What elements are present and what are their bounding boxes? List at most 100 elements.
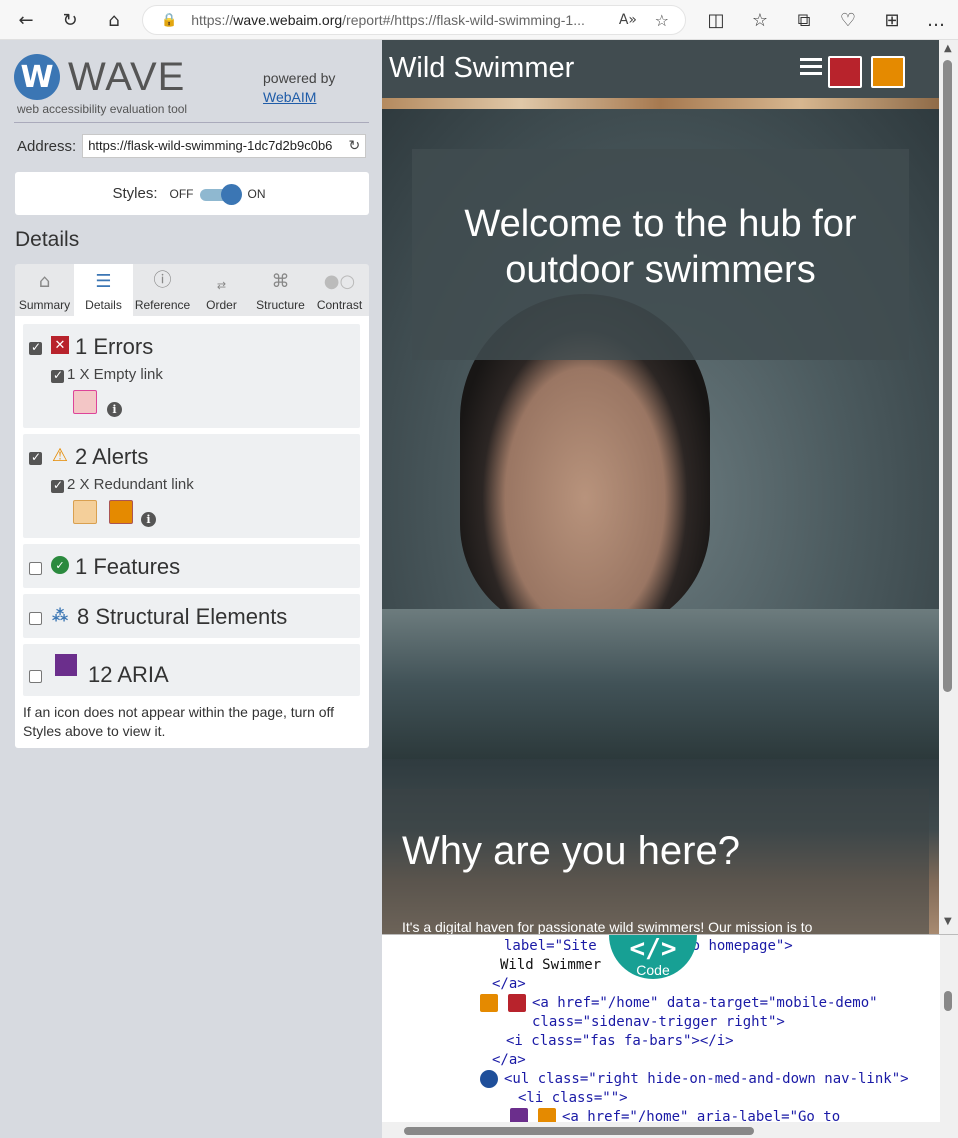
- features-group: ✓ 1 Features: [23, 544, 360, 588]
- wave-tabs: ⌂ Summary ☰ Details ⓘ Reference ⇄ Order …: [15, 264, 369, 316]
- webaim-link[interactable]: WebAIM: [263, 89, 316, 105]
- code-hscroll-thumb[interactable]: [404, 1127, 754, 1135]
- redundant-link-icon-1[interactable]: [73, 500, 97, 524]
- tab-order[interactable]: ⇄ Order: [192, 264, 251, 316]
- page-preview: Welcome to the hub for outdoor swimmers …: [382, 40, 939, 934]
- structural-checkbox[interactable]: [29, 612, 42, 625]
- refresh-icon[interactable]: ↻: [54, 4, 86, 36]
- scroll-down-icon[interactable]: ▼: [944, 916, 952, 927]
- heartbeat-icon[interactable]: ♡: [826, 4, 870, 36]
- alert-marker-icon[interactable]: [480, 994, 498, 1012]
- address-row: Address: https://flask-wild-swimming-1dc…: [17, 134, 367, 158]
- divider: [14, 122, 369, 123]
- styles-label: Styles:: [112, 185, 158, 202]
- site-header: Wild Swimmer: [382, 40, 939, 98]
- address-label: Address:: [17, 137, 77, 155]
- hamburger-menu-icon[interactable]: [800, 58, 822, 76]
- features-checkbox[interactable]: [29, 562, 42, 575]
- wave-logo-icon: W: [14, 54, 60, 100]
- details-panel: ✕ 1 Errors 1 X Empty link i ⚠ 2 Alerts 2…: [15, 316, 369, 748]
- more-menu-icon[interactable]: …: [914, 4, 958, 36]
- empty-link-icon[interactable]: [73, 390, 97, 414]
- aria-title: 12 ARIA: [88, 662, 169, 687]
- code-text: to homepage">: [683, 938, 793, 954]
- details-heading: Details: [15, 228, 80, 251]
- tab-label: Contrast: [316, 298, 363, 312]
- wave-alert-redundant-link-icon[interactable]: [871, 56, 905, 88]
- reload-icon[interactable]: ↻: [348, 135, 361, 157]
- code-line: Wild Swimmer: [500, 957, 602, 973]
- wave-tagline: web accessibility evaluation tool: [17, 102, 188, 116]
- alerts-checkbox[interactable]: [29, 450, 42, 465]
- wave-logo: W WAVE: [14, 54, 185, 100]
- error-marker-icon[interactable]: [508, 994, 526, 1012]
- code-toggle-button[interactable]: </> Code: [609, 935, 697, 979]
- browser-toolbar: ← ↻ ⌂ 🔒 https://wave.webaim.org/report#/…: [0, 0, 958, 40]
- error-icon: ✕: [51, 336, 69, 354]
- contrast-icon: ●○: [323, 271, 356, 292]
- redundant-link-icon-2[interactable]: [109, 500, 133, 524]
- code-panel: label="Site to homepage"> Wild Swimmer <…: [382, 934, 958, 1138]
- errors-checkbox[interactable]: [29, 340, 42, 355]
- tab-details[interactable]: ☰ Details: [74, 264, 133, 316]
- address-bar[interactable]: 🔒 https://wave.webaim.org/report#/https:…: [142, 5, 686, 35]
- favorite-star-icon[interactable]: ☆: [655, 11, 669, 30]
- empty-link-checkbox[interactable]: [51, 368, 64, 383]
- alerts-group: ⚠ 2 Alerts 2 X Redundant link i: [23, 434, 360, 538]
- back-icon[interactable]: ←: [10, 4, 42, 36]
- styles-on-label: ON: [247, 186, 266, 201]
- tab-label: Structure: [256, 298, 305, 312]
- code-vscroll-thumb[interactable]: [944, 991, 952, 1011]
- styles-toggle[interactable]: [199, 183, 242, 205]
- powered-by-text: powered by: [263, 70, 336, 86]
- aria-checkbox[interactable]: [29, 670, 42, 683]
- code-line: <a href="/home" data-target="mobile-demo…: [532, 995, 878, 1011]
- home-icon[interactable]: ⌂: [98, 4, 130, 36]
- hero-image: Welcome to the hub for outdoor swimmers: [382, 109, 939, 759]
- info-icon: ⓘ: [153, 270, 172, 291]
- code-horizontal-scrollbar[interactable]: [382, 1122, 940, 1138]
- collections-icon[interactable]: ⧉: [782, 4, 826, 36]
- browser-actions: ◫ ☆ ⧉ ♡ ⊞ …: [694, 4, 958, 36]
- tab-label: Order: [206, 298, 237, 312]
- info-icon[interactable]: i: [141, 512, 156, 527]
- favorites-icon[interactable]: ☆: [738, 4, 782, 36]
- styles-off-label: OFF: [169, 186, 194, 201]
- read-aloud-icon[interactable]: A»: [619, 12, 637, 28]
- tab-summary[interactable]: ⌂ Summary: [15, 264, 74, 316]
- split-screen-icon[interactable]: ◫: [694, 4, 738, 36]
- tab-reference[interactable]: ⓘ Reference: [133, 264, 192, 316]
- tab-structure[interactable]: ⌘ Structure: [251, 264, 310, 316]
- water-image: [382, 609, 939, 759]
- code-line: class="sidenav-trigger right">: [532, 1014, 785, 1030]
- structure-marker-icon[interactable]: [480, 1070, 498, 1088]
- page-scrollbar-thumb[interactable]: [943, 60, 952, 692]
- errors-group: ✕ 1 Errors 1 X Empty link i: [23, 324, 360, 428]
- aria-icon: [55, 654, 77, 676]
- code-line: <li class="">: [518, 1090, 628, 1106]
- code-line: <i class="fas fa-bars"></i>: [506, 1033, 734, 1049]
- code-vertical-scrollbar[interactable]: [940, 935, 958, 1138]
- tab-contrast[interactable]: ●○ Contrast: [310, 264, 369, 316]
- site-title[interactable]: Wild Swimmer: [389, 52, 574, 85]
- page-scrollbar[interactable]: ▲ ▼: [939, 40, 958, 934]
- code-icon: </>: [629, 934, 677, 964]
- info-icon[interactable]: i: [107, 402, 122, 417]
- extensions-icon[interactable]: ⊞: [870, 4, 914, 36]
- why-section: Why are you here? It's a digital haven f…: [382, 759, 939, 934]
- redundant-link-checkbox[interactable]: [51, 478, 64, 493]
- code-line: </a>: [492, 1052, 526, 1068]
- powered-by: powered by WebAIM: [263, 69, 335, 107]
- styles-note: If an icon does not appear within the pa…: [23, 704, 335, 739]
- redundant-link-label: 2 X Redundant link: [67, 476, 194, 493]
- address-input[interactable]: https://flask-wild-swimming-1dc7d2b9c0b6…: [82, 134, 367, 158]
- address-bar-url[interactable]: https://wave.webaim.org/report#/https://…: [191, 12, 611, 28]
- code-line: <ul class="right hide-on-med-and-down na…: [504, 1071, 909, 1087]
- code-label: Code: [636, 962, 670, 978]
- scroll-up-icon[interactable]: ▲: [944, 43, 952, 54]
- tab-label: Reference: [134, 298, 191, 312]
- decorative-strip: [382, 98, 939, 109]
- code-line: </a>: [492, 976, 526, 992]
- features-title: 1 Features: [75, 554, 181, 579]
- wave-error-empty-link-icon[interactable]: [828, 56, 862, 88]
